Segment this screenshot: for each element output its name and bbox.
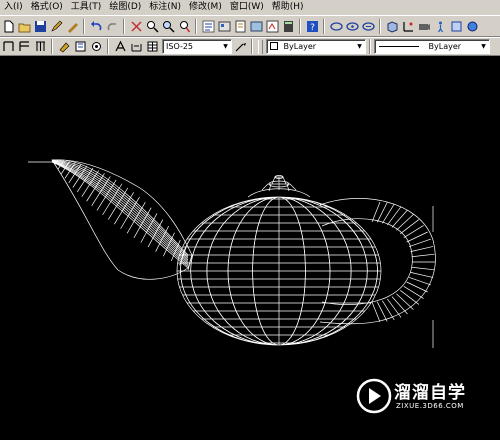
menu-format[interactable]: 格式(O)	[27, 0, 67, 15]
walk-icon[interactable]	[433, 19, 447, 33]
linetype-select[interactable]: ByLayer ▼	[374, 39, 490, 54]
save-icon[interactable]	[33, 19, 47, 33]
open-folder-icon[interactable]	[17, 19, 31, 33]
color-value: ByLayer	[283, 42, 317, 51]
menu-bar: 入(I) 格式(O) 工具(T) 绘图(D) 标注(N) 修改(M) 窗口(W)…	[0, 0, 500, 15]
view-3d-icon[interactable]	[385, 19, 399, 33]
undo-icon[interactable]	[89, 19, 103, 33]
styles-toolbar: ISO-25 ▼ ByLayer ▼ ByLayer ▼	[0, 37, 500, 56]
toolbar-separator	[379, 18, 381, 34]
layer-previous-icon[interactable]	[17, 40, 31, 54]
dimension-style-icon[interactable]	[129, 40, 143, 54]
design-center-icon[interactable]	[217, 19, 231, 33]
redo-icon[interactable]	[105, 19, 119, 33]
layer-properties-icon[interactable]	[1, 40, 15, 54]
table-style-icon[interactable]	[145, 40, 159, 54]
linetype-preview	[379, 46, 419, 47]
toolbar-separator	[107, 39, 109, 54]
zoom-previous-icon[interactable]	[177, 19, 191, 33]
toolbar-separator	[369, 39, 371, 54]
match-properties-icon[interactable]	[65, 19, 79, 33]
toolbar-separator	[195, 18, 197, 34]
dimstyle-value: ISO-25	[166, 42, 194, 51]
pencil-icon[interactable]	[49, 19, 63, 33]
standard-toolbar: ?	[0, 15, 500, 37]
ucs-icon[interactable]	[401, 19, 415, 33]
color-swatch	[270, 42, 278, 50]
layer-states-icon[interactable]	[33, 40, 47, 54]
calculator-icon[interactable]	[281, 19, 295, 33]
toolbar-separator	[323, 18, 325, 34]
chevron-down-icon: ▼	[223, 43, 228, 50]
toolbar-separator	[123, 18, 125, 34]
menu-insert[interactable]: 入(I)	[0, 0, 27, 15]
properties-icon[interactable]	[201, 19, 215, 33]
render-icon[interactable]	[465, 19, 479, 33]
chevron-down-icon: ▼	[357, 43, 362, 50]
toolbar-separator	[83, 18, 85, 34]
menu-window[interactable]: 窗口(W)	[226, 0, 268, 15]
camera-icon[interactable]	[417, 19, 431, 33]
menu-modify[interactable]: 修改(M)	[185, 0, 226, 15]
match-layer-icon[interactable]	[57, 40, 71, 54]
chevron-down-icon: ▼	[481, 43, 486, 50]
orbit-free-icon[interactable]	[345, 19, 359, 33]
markup-icon[interactable]	[265, 19, 279, 33]
orbit-icon[interactable]	[329, 19, 343, 33]
toolbar-separator	[299, 18, 301, 34]
multileader-style-icon[interactable]	[233, 40, 247, 54]
new-file-icon[interactable]	[1, 19, 15, 33]
watermark: 溜溜自学 ZIXUE.3D66.COM	[352, 368, 472, 424]
text-style-icon[interactable]	[113, 40, 127, 54]
help-icon[interactable]: ?	[305, 19, 319, 33]
menu-help[interactable]: 帮助(H)	[268, 0, 308, 15]
dimstyle-select[interactable]: ISO-25 ▼	[162, 39, 232, 54]
watermark-brand: 溜溜自学	[394, 383, 466, 403]
menu-dimension[interactable]: 标注(N)	[145, 0, 185, 15]
toolbar-separator	[51, 39, 53, 54]
watermark-url: ZIXUE.3D66.COM	[396, 402, 464, 410]
sheet-set-icon[interactable]	[249, 19, 263, 33]
linetype-value: ByLayer	[428, 42, 462, 51]
layer-isolate-icon[interactable]	[73, 40, 87, 54]
menu-tools[interactable]: 工具(T)	[67, 0, 106, 15]
zoom-window-icon[interactable]	[161, 19, 175, 33]
zoom-realtime-icon[interactable]	[145, 19, 159, 33]
svg-text:?: ?	[310, 23, 315, 33]
region-icon[interactable]	[449, 19, 463, 33]
toolbar-grip[interactable]	[258, 39, 263, 54]
layer-on-icon[interactable]	[89, 40, 103, 54]
menu-draw[interactable]: 绘图(D)	[105, 0, 145, 15]
orbit-continuous-icon[interactable]	[361, 19, 375, 33]
color-select[interactable]: ByLayer ▼	[266, 39, 366, 54]
toolbar-separator	[251, 39, 253, 54]
tool-palette-icon[interactable]	[233, 19, 247, 33]
pan-icon[interactable]	[129, 19, 143, 33]
